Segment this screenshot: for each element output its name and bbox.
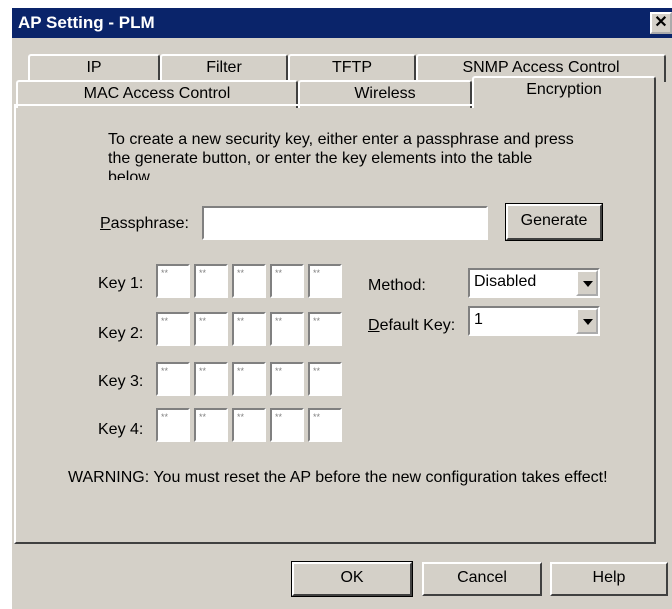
encryption-panel [14, 104, 656, 544]
ok-button[interactable]: OK [291, 561, 413, 597]
ok-label: OK [340, 569, 364, 586]
close-icon: ✕ [654, 14, 668, 31]
tab-label: SNMP Access Control [462, 59, 620, 76]
tab-tftp[interactable]: TFTP [288, 54, 416, 82]
tab-label: MAC Access Control [83, 85, 231, 102]
cancel-button[interactable]: Cancel [422, 562, 542, 596]
tab-ip[interactable]: IP [28, 54, 160, 82]
tab-filter[interactable]: Filter [160, 54, 288, 82]
window-title: AP Setting - PLM [18, 13, 155, 32]
help-label: Help [592, 569, 626, 586]
help-button[interactable]: Help [550, 562, 668, 596]
tab-label: IP [86, 59, 102, 76]
cancel-label: Cancel [457, 569, 507, 586]
tab-encryption[interactable]: Encryption [472, 76, 656, 108]
tab-label: Wireless [354, 85, 416, 102]
tab-label: Encryption [526, 81, 602, 98]
title-bar[interactable]: AP Setting - PLM ✕ [12, 8, 672, 38]
close-button[interactable]: ✕ [650, 12, 672, 34]
tab-label: TFTP [332, 59, 372, 76]
tab-label: Filter [206, 59, 242, 76]
